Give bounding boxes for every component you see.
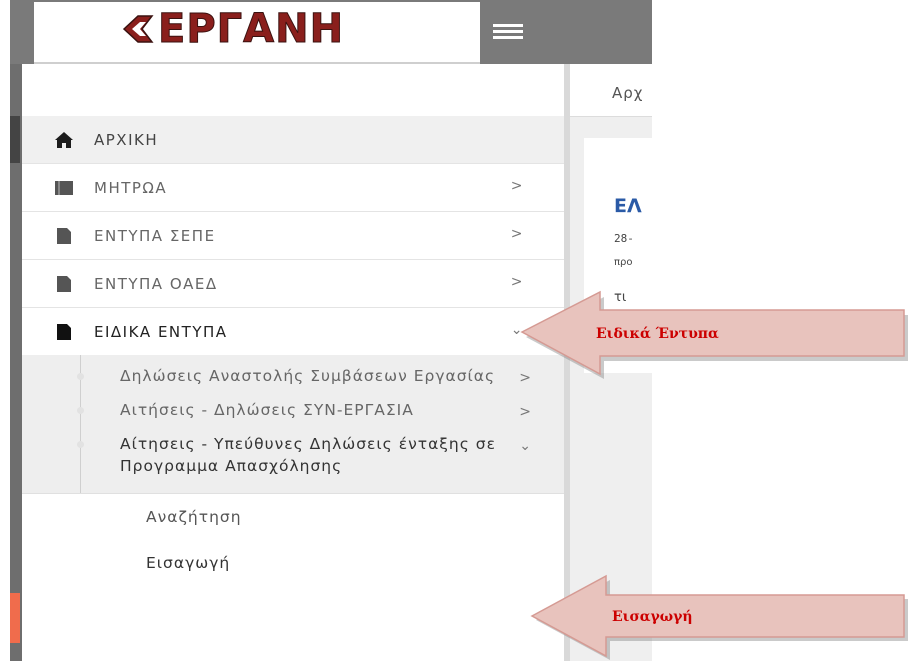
book-icon xyxy=(54,179,74,197)
leaf-item-insert[interactable]: Εισαγωγή xyxy=(22,540,564,586)
breadcrumb[interactable]: Αρχ xyxy=(612,84,643,102)
sidebar-item-home[interactable]: ΑΡΧΙΚΗ xyxy=(10,116,564,163)
callout-arrow-insert xyxy=(530,574,908,660)
special-forms-submenu: Δηλώσεις Αναστολής Συμβάσεων Εργασίας > … xyxy=(22,355,564,493)
document-icon xyxy=(54,275,74,293)
leaf-item-search[interactable]: Αναζήτηση xyxy=(22,494,564,540)
ergani-logo: ΕΡΓΑΝΗ xyxy=(122,6,345,53)
chevron-right-icon: > xyxy=(510,178,524,194)
active-marker xyxy=(10,593,20,643)
card-date: 28- xyxy=(614,232,634,245)
chevron-right-icon: > xyxy=(510,226,524,242)
logo-text: ΕΡΓΑΝΗ xyxy=(157,6,345,53)
callout-label-insert: Εισαγωγή xyxy=(612,609,693,625)
logo-area[interactable]: ΕΡΓΑΝΗ xyxy=(34,2,480,65)
card-title[interactable]: ΕΛ xyxy=(614,195,642,217)
home-icon xyxy=(54,131,74,149)
submenu-item-suspension-declarations[interactable]: Δηλώσεις Αναστολής Συμβάσεων Εργασίας > xyxy=(22,365,564,387)
sidebar-header xyxy=(22,64,564,116)
sidebar-item-label: ΜΗΤΡΩΑ xyxy=(94,178,168,197)
tree-node-dot xyxy=(77,373,84,380)
card-text: προ xyxy=(614,257,633,268)
submenu-item-label: Αιτήσεις - Δηλώσεις ΣΥΝ-ΕΡΓΑΣΙΑ xyxy=(120,401,414,419)
sidebar-item-label: ΕΝΤΥΠΑ ΣΕΠΕ xyxy=(94,226,216,245)
tree-node-dot xyxy=(77,407,84,414)
sidebar-item-label: ΕΝΤΥΠΑ ΟΑΕΔ xyxy=(94,274,218,293)
sidebar-item-special-forms[interactable]: ΕΙΔΙΚΑ ΕΝΤΥΠΑ ⌄ xyxy=(22,307,564,355)
home-active-bar xyxy=(10,116,20,163)
sidebar-item-sepe-forms[interactable]: ΕΝΤΥΠΑ ΣΕΠΕ > xyxy=(22,211,564,259)
employment-program-submenu: Αναζήτηση Εισαγωγή xyxy=(22,493,564,586)
top-bar: ΕΡΓΑΝΗ xyxy=(10,0,652,65)
sidebar-item-registers[interactable]: ΜΗΤΡΩΑ > xyxy=(22,163,564,211)
submenu-item-employment-program[interactable]: Αίτησεις - Υπεύθυνες Δηλώσεις ένταξης σε… xyxy=(22,433,564,477)
submenu-item-label: Αίτησεις - Υπεύθυνες Δηλώσεις ένταξης σε… xyxy=(120,435,496,475)
callout-label-special-forms: Ειδικά Έντυπα xyxy=(596,326,719,342)
sidebar-item-label: ΑΡΧΙΚΗ xyxy=(94,130,159,149)
submenu-item-syn-ergasia[interactable]: Αιτήσεις - Δηλώσεις ΣΥΝ-ΕΡΓΑΣΙΑ > xyxy=(22,399,564,421)
submenu-item-label: Δηλώσεις Αναστολής Συμβάσεων Εργασίας xyxy=(120,367,496,385)
chevron-right-icon: > xyxy=(519,404,532,420)
document-icon xyxy=(54,227,74,245)
sidebar-item-oaed-forms[interactable]: ΕΝΤΥΠΑ ΟΑΕΔ > xyxy=(22,259,564,307)
document-icon xyxy=(54,323,74,341)
tree-node-dot xyxy=(77,441,84,448)
logo-emblem-icon xyxy=(122,15,154,43)
hamburger-icon[interactable] xyxy=(493,24,523,40)
sidebar-item-label: ΕΙΔΙΚΑ ΕΝΤΥΠΑ xyxy=(94,322,228,341)
sidebar: ΑΡΧΙΚΗ ΜΗΤΡΩΑ > ΕΝΤΥΠΑ ΣΕΠΕ > ΕΝΤΥΠΑ ΟΑΕ… xyxy=(10,64,570,661)
chevron-down-icon: ⌄ xyxy=(519,438,532,454)
